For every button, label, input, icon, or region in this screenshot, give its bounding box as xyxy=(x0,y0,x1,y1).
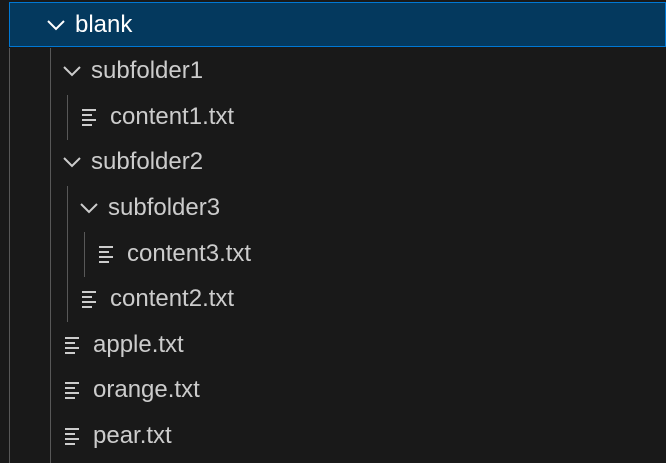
tree-item-label: subfolder3 xyxy=(108,194,221,221)
chevron-down-icon[interactable] xyxy=(75,194,103,222)
tree-item-label: orange.txt xyxy=(93,376,200,403)
text-file-icon xyxy=(94,240,122,268)
chevron-down-icon[interactable] xyxy=(58,148,86,176)
tree-folder-subfolder1[interactable]: subfolder1 xyxy=(0,48,666,94)
text-file-icon xyxy=(77,285,105,313)
tree-item-label: subfolder2 xyxy=(91,148,204,175)
tree-file-apple[interactable]: apple.txt xyxy=(0,322,666,368)
tree-folder-blank[interactable]: blank xyxy=(9,2,666,47)
tree-folder-subfolder3[interactable]: subfolder3 xyxy=(0,185,666,231)
text-file-icon xyxy=(60,331,88,359)
tree-file-content1[interactable]: content1.txt xyxy=(0,94,666,140)
text-file-icon xyxy=(60,422,88,450)
tree-item-label: content2.txt xyxy=(110,285,235,312)
tree-item-label: apple.txt xyxy=(93,331,184,358)
text-file-icon xyxy=(60,376,88,404)
tree-file-pear[interactable]: pear.txt xyxy=(0,413,666,459)
chevron-down-icon[interactable] xyxy=(42,11,70,39)
text-file-icon xyxy=(77,103,105,131)
tree-file-content2[interactable]: content2.txt xyxy=(0,276,666,322)
tree-item-label: content1.txt xyxy=(110,103,235,130)
tree-item-label: pear.txt xyxy=(93,422,172,449)
file-explorer-tree: blank subfolder1 content1.txt subfolder2… xyxy=(0,0,666,463)
chevron-down-icon[interactable] xyxy=(58,57,86,85)
tree-file-orange[interactable]: orange.txt xyxy=(0,367,666,413)
tree-item-label: content3.txt xyxy=(127,240,252,267)
tree-item-label: subfolder1 xyxy=(91,57,204,84)
tree-item-label: blank xyxy=(75,10,133,38)
tree-folder-subfolder2[interactable]: subfolder2 xyxy=(0,139,666,185)
tree-file-content3[interactable]: content3.txt xyxy=(0,231,666,277)
